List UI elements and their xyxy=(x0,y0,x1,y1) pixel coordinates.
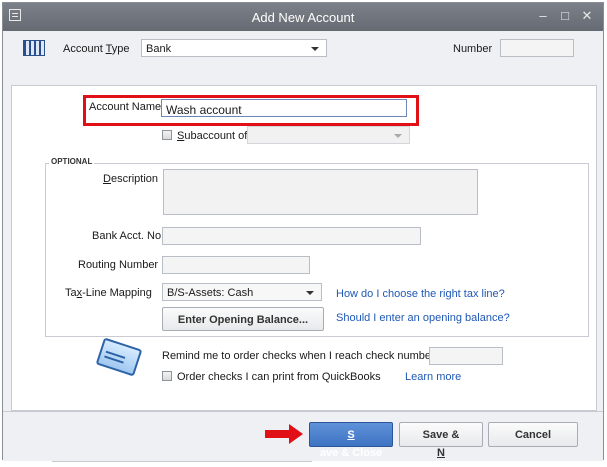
enter-opening-balance-button[interactable]: Enter Opening Balance... xyxy=(162,307,324,331)
order-checks-label: Order checks I can print from QuickBooks xyxy=(177,371,381,383)
remind-checks-label: Remind me to order checks when I reach c… xyxy=(162,350,435,362)
tax-line-label: Tax-Line Mapping xyxy=(65,287,152,299)
bank-acct-field[interactable] xyxy=(162,227,421,245)
opening-balance-button-label: Enter Opening Balance... xyxy=(177,314,309,326)
account-ledger-icon xyxy=(23,40,45,56)
routing-number-label: Routing Number xyxy=(78,259,159,271)
chevron-down-icon xyxy=(311,47,319,51)
account-type-value: Bank xyxy=(146,43,172,55)
tax-line-value: B/S-Assets: Cash xyxy=(167,287,254,299)
save-and-close-label: Save & Close xyxy=(319,429,383,459)
account-type-dropdown[interactable]: Bank xyxy=(141,39,327,57)
account-type-row: Account Type Bank Number xyxy=(3,31,603,67)
order-checks-checkbox[interactable] xyxy=(162,371,172,381)
description-textarea[interactable] xyxy=(163,169,478,215)
save-and-new-button[interactable]: Save & New xyxy=(399,422,483,467)
chevron-down-icon xyxy=(306,291,314,295)
save-and-new-label: Save & New xyxy=(422,429,460,467)
learn-more-link[interactable]: Learn more xyxy=(405,371,461,383)
maximize-icon[interactable]: □ xyxy=(559,8,571,24)
subaccount-checkbox[interactable] xyxy=(162,130,172,140)
tax-line-help-link[interactable]: How do I choose the right tax line? xyxy=(336,288,505,300)
minimize-icon[interactable]: – xyxy=(537,8,549,24)
chevron-down-icon xyxy=(394,134,402,138)
window-title: Add New Account xyxy=(251,10,355,25)
tax-line-dropdown[interactable]: B/S-Assets: Cash xyxy=(162,283,322,301)
subaccount-dropdown[interactable] xyxy=(247,126,410,144)
title-bar[interactable]: Add New Account – □ ✕ xyxy=(3,3,603,31)
subaccount-label: Subaccount of xyxy=(177,130,248,142)
cancel-label: Cancel xyxy=(514,429,552,441)
description-label: Description xyxy=(103,173,159,185)
bank-acct-label: Bank Acct. No. xyxy=(92,230,165,242)
red-pointer-arrow-icon xyxy=(265,424,305,444)
window-bottom-edge xyxy=(52,461,312,462)
account-type-label: Account Type xyxy=(63,43,130,55)
account-name-highlight xyxy=(83,95,419,126)
number-label: Number xyxy=(453,43,493,55)
optional-section-title: OPTIONAL xyxy=(49,157,95,166)
save-and-close-button[interactable]: Save & Close xyxy=(309,422,393,459)
opening-balance-help-link[interactable]: Should I enter an opening balance? xyxy=(336,312,510,324)
number-field[interactable] xyxy=(500,39,574,57)
routing-number-field[interactable] xyxy=(162,256,310,274)
check-number-field[interactable] xyxy=(429,347,503,365)
add-new-account-window: Add New Account – □ ✕ Account Type Bank … xyxy=(2,2,604,467)
cancel-button[interactable]: Cancel xyxy=(488,422,578,447)
close-icon[interactable]: ✕ xyxy=(581,8,593,24)
